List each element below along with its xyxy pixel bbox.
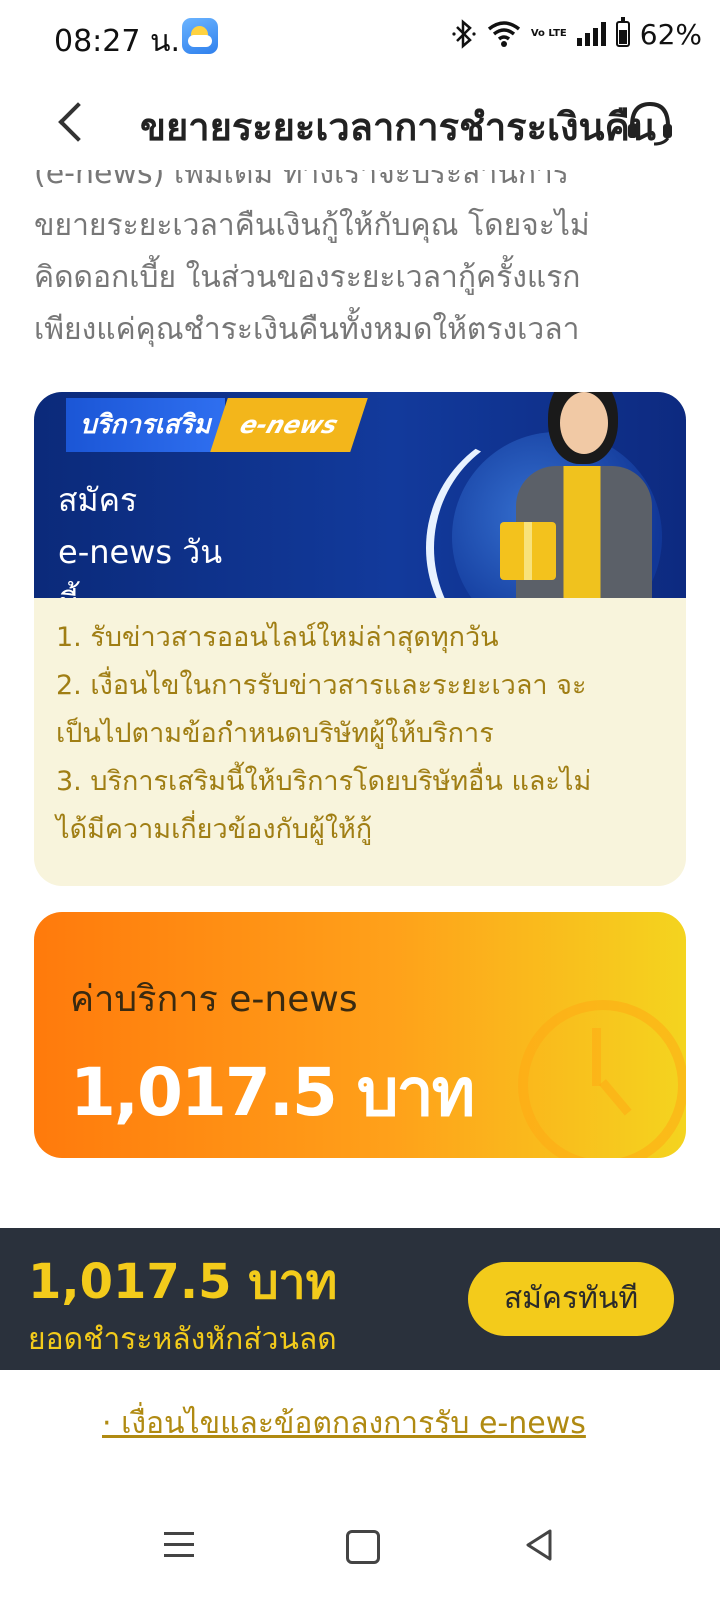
- promo-banner-line: e-news วัน: [58, 533, 223, 571]
- fee-amount: 1,017.5 บาท: [70, 1054, 475, 1131]
- promo-banner: บริการเสริม e-news สมัคร e-news วัน นี้: [34, 392, 686, 598]
- battery-icon: [615, 17, 630, 47]
- volte-icon: Vo LTE: [530, 28, 567, 39]
- enews-promo-card: บริการเสริม e-news สมัคร e-news วัน นี้ …: [34, 392, 686, 886]
- list-item: เป็นไปตามข้อกำหนดบริษัทผู้ให้บริการ: [56, 718, 494, 749]
- intro-line: ขยายระยะเวลาคืนเงินกู้ให้กับคุณ โดยจะไม่: [34, 208, 590, 243]
- wifi-icon: [487, 21, 520, 47]
- intro-line: เพียงแค่คุณชำระเงินคืนทั้งหมดให้ตรงเวลา: [34, 312, 580, 347]
- back-icon[interactable]: [524, 1528, 554, 1562]
- intro-line: คิดดอกเบี้ย ในส่วนของระยะเวลากู้ครั้งแรก: [34, 260, 581, 295]
- status-time: 08:27 น.: [54, 24, 181, 59]
- status-bar: 08:27 น. Vo LTE 62%: [0, 0, 720, 72]
- fee-label: ค่าบริการ e-news: [70, 979, 358, 1020]
- promo-tag: บริการเสริม e-news: [66, 398, 368, 452]
- headset-icon[interactable]: [624, 96, 676, 148]
- signal-icon: [576, 22, 606, 46]
- back-button[interactable]: [48, 96, 100, 148]
- status-icons: Vo LTE 62%: [451, 16, 702, 52]
- intro-text: (e-news) เพิ่มเติม ทางเราจะประสานการ ขยา…: [34, 148, 694, 356]
- home-icon[interactable]: [346, 1530, 380, 1564]
- promo-banner-text: สมัคร e-news วัน นี้: [58, 474, 222, 598]
- recent-apps-icon[interactable]: [164, 1532, 194, 1562]
- app-header: ขยายระยะเวลาการชำระเงินคืน: [0, 78, 720, 170]
- list-item: 1. รับข่าวสารออนไลน์ใหม่ล่าสุดทุกวัน: [56, 622, 499, 653]
- promo-benefits-list: 1. รับข่าวสารออนไลน์ใหม่ล่าสุดทุกวัน 2. …: [56, 614, 666, 854]
- battery-percent: 62%: [639, 17, 702, 51]
- promo-tag-enews: e-news: [209, 398, 368, 452]
- page-title: ขยายระยะเวลาการชำระเงินคืน: [140, 105, 656, 149]
- bluetooth-icon: [452, 19, 476, 49]
- promo-banner-line: นี้: [58, 578, 222, 598]
- checkout-bar: 1,017.5 บาท ยอดชำระหลังหักส่วนลด สมัครทั…: [0, 1228, 720, 1370]
- promo-banner-line: สมัคร: [58, 481, 138, 519]
- list-item: 3. บริการเสริมนี้ให้บริการโดยบริษัทอื่น …: [56, 766, 592, 797]
- promo-tag-service: บริการเสริม: [66, 398, 225, 452]
- terms-link[interactable]: · เงื่อนไขและข้อตกลงการรับ e-news: [102, 1400, 586, 1447]
- list-item: ได้มีความเกี่ยวข้องกับผู้ให้กู้: [56, 814, 373, 845]
- presenter-woman-image: [486, 392, 676, 598]
- total-label: ยอดชำระหลังหักส่วนลด: [28, 1322, 337, 1357]
- weather-app-icon: [182, 18, 218, 54]
- enews-fee-card: ค่าบริการ e-news 1,017.5 บาท: [34, 912, 686, 1158]
- clock-history-icon: [518, 1000, 686, 1158]
- gift-box-icon: [500, 522, 556, 580]
- system-nav-bar: [0, 1510, 720, 1590]
- list-item: 2. เงื่อนไขในการรับข่าวสารและระยะเวลา จะ: [56, 670, 587, 701]
- total-amount: 1,017.5 บาท: [28, 1254, 338, 1310]
- register-now-button[interactable]: สมัครทันที: [468, 1262, 674, 1336]
